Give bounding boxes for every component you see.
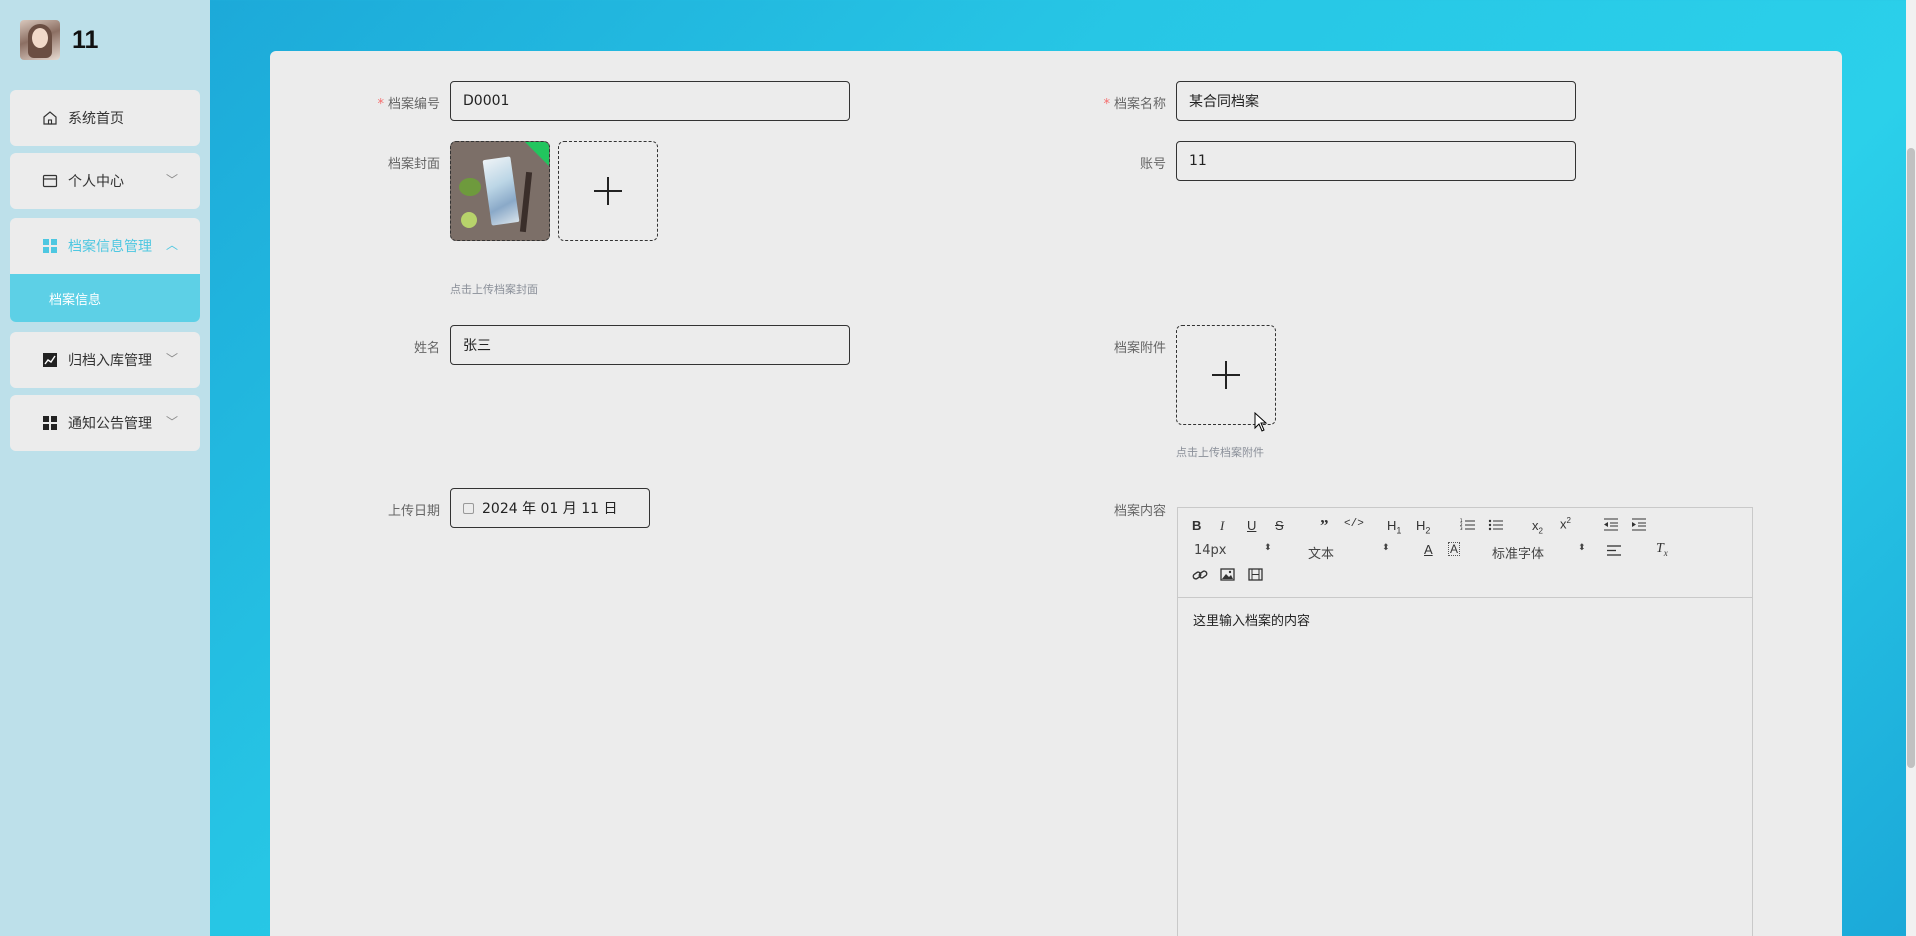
ordered-list-icon[interactable]: 123 xyxy=(1460,518,1476,535)
upload-date-label: 上传日期 xyxy=(387,504,440,519)
image-icon[interactable] xyxy=(1220,568,1235,585)
chart-icon xyxy=(42,352,58,368)
grid-icon xyxy=(42,415,58,431)
scrollbar-thumb[interactable] xyxy=(1907,148,1915,768)
page-scrollbar[interactable] xyxy=(1906,0,1916,936)
italic-button[interactable]: I xyxy=(1220,518,1224,534)
font-family-select[interactable]: 标准字体 ⬍ xyxy=(1492,543,1588,562)
h2-button[interactable]: H2 xyxy=(1416,518,1430,536)
cover-label: 档案封面 xyxy=(387,157,440,172)
chevron-down-icon: ﹀ xyxy=(165,415,178,429)
account-input[interactable]: 11 xyxy=(1176,141,1576,181)
sidebar-item-archive-storage[interactable]: 归档入库管理 ﹀ xyxy=(10,332,200,388)
upload-date-input[interactable]: 2024 年 01 月 11 日 xyxy=(450,488,650,528)
archive-name-label: * 档案名称 xyxy=(1103,97,1166,112)
attachment-label: 档案附件 xyxy=(1113,341,1166,356)
archive-no-input[interactable]: D0001 xyxy=(450,81,850,121)
bullet-list-icon[interactable] xyxy=(1488,518,1504,535)
required-mark: * xyxy=(377,97,384,112)
superscript-button[interactable]: x2 xyxy=(1560,516,1571,531)
mouse-cursor-icon xyxy=(1254,411,1268,436)
grid-icon xyxy=(42,238,58,254)
indent-icon[interactable] xyxy=(1631,518,1647,535)
sidebar-item-notice[interactable]: 通知公告管理 ﹀ xyxy=(10,395,200,451)
outdent-icon[interactable] xyxy=(1603,518,1619,535)
sidebar-item-label: 个人中心 xyxy=(68,174,124,190)
name-label: 姓名 xyxy=(413,341,440,356)
bold-button[interactable]: B xyxy=(1192,518,1201,533)
plus-icon xyxy=(1212,361,1240,389)
avatar[interactable] xyxy=(20,20,60,60)
calendar-icon xyxy=(463,502,474,514)
sidebar-item-personal-center[interactable]: 个人中心 ﹀ xyxy=(10,153,200,209)
cover-hint: 点击上传档案封面 xyxy=(450,283,538,296)
svg-text:3: 3 xyxy=(1460,526,1463,531)
sidebar-item-label: 归档入库管理 xyxy=(68,353,152,369)
username: 11 xyxy=(72,25,99,54)
editor-toolbar: B I U S ” </> H1 H2 123 x2 x2 14px ⬍ 文本 ⬍ … xyxy=(1178,508,1752,598)
sidebar-item-home[interactable]: 系统首页 xyxy=(10,90,200,146)
archive-no-label: * 档案编号 xyxy=(377,97,440,112)
sidebar: 11 系统首页 个人中心 ﹀ 档案信息管理 ︿ 档案信息 归档入库管理 ﹀ 通知… xyxy=(0,0,210,936)
name-input[interactable]: 张三 xyxy=(450,325,850,365)
font-color-button[interactable]: A xyxy=(1424,542,1433,557)
font-size-select[interactable]: 14px ⬍ xyxy=(1194,543,1274,558)
sidebar-subitem-label: 档案信息 xyxy=(49,292,102,308)
h1-button[interactable]: H1 xyxy=(1387,518,1401,536)
background-color-button[interactable]: A xyxy=(1448,542,1461,556)
editor-content-area[interactable]: 这里输入档案的内容 xyxy=(1178,598,1752,641)
plus-icon xyxy=(594,177,622,205)
sidebar-item-label: 通知公告管理 xyxy=(68,416,152,432)
blockquote-button[interactable]: ” xyxy=(1320,516,1329,536)
cover-upload-button[interactable] xyxy=(558,141,658,241)
chevron-down-icon: ﹀ xyxy=(165,173,178,187)
sidebar-item-label: 系统首页 xyxy=(68,111,124,127)
subscript-button[interactable]: x2 xyxy=(1532,518,1543,536)
attachment-upload-button[interactable] xyxy=(1176,325,1276,425)
video-icon[interactable] xyxy=(1248,568,1263,585)
content-editor: B I U S ” </> H1 H2 123 x2 x2 14px ⬍ 文本 ⬍ … xyxy=(1177,507,1753,936)
account-label: 账号 xyxy=(1139,157,1166,172)
sidebar-subitem-archive-info[interactable]: 档案信息 xyxy=(10,274,200,322)
chevron-up-icon: ︿ xyxy=(165,238,178,252)
chevron-down-icon: ﹀ xyxy=(165,352,178,366)
sidebar-item-archive-management[interactable]: 档案信息管理 ︿ xyxy=(10,218,200,274)
attachment-hint: 点击上传档案附件 xyxy=(1176,446,1264,459)
underline-button[interactable]: U xyxy=(1247,518,1256,533)
brand: 11 xyxy=(20,20,98,60)
cover-thumbnail[interactable] xyxy=(450,141,550,241)
block-type-select[interactable]: 文本 ⬍ xyxy=(1308,543,1392,562)
sidebar-item-label: 档案信息管理 xyxy=(68,239,152,255)
strike-button[interactable]: S xyxy=(1275,518,1284,533)
clear-format-button[interactable]: Tx xyxy=(1656,541,1668,558)
required-mark: * xyxy=(1103,97,1110,112)
success-flag xyxy=(525,142,549,166)
home-icon xyxy=(42,110,58,126)
link-icon[interactable] xyxy=(1192,568,1208,586)
code-button[interactable]: </> xyxy=(1344,518,1364,530)
editor-content-text: 这里输入档案的内容 xyxy=(1193,614,1311,629)
content-label: 档案内容 xyxy=(1113,504,1166,519)
archive-name-input[interactable]: 某合同档案 xyxy=(1176,81,1576,121)
card-icon xyxy=(42,173,58,189)
align-icon[interactable] xyxy=(1606,544,1622,561)
